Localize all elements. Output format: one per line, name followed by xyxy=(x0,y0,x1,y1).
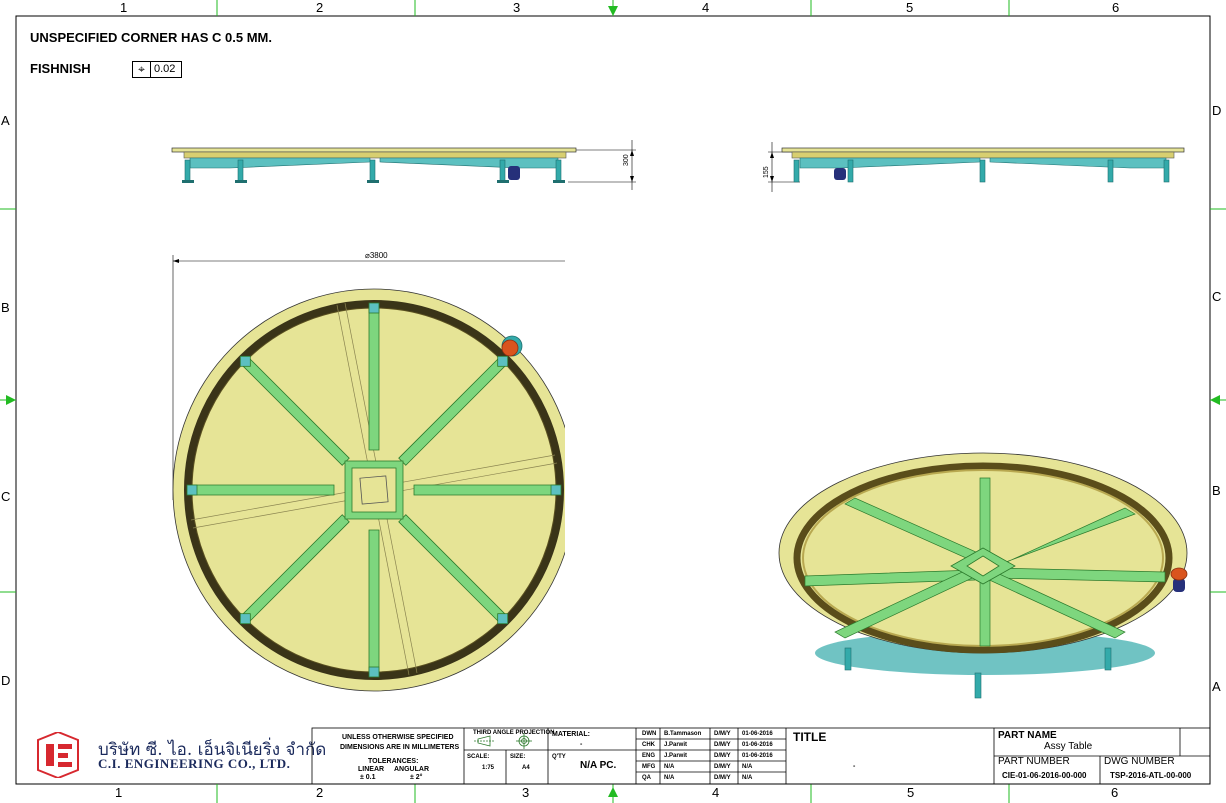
size-label: SIZE: xyxy=(510,754,526,760)
title-block-grid xyxy=(311,727,1211,785)
approval-name: B.Tammason xyxy=(664,731,702,737)
approval-date: 01-06-2016 xyxy=(742,742,773,748)
approval-dmy: D/M/Y xyxy=(714,753,731,759)
size-value: A4 xyxy=(522,765,530,771)
approval-role: MFG xyxy=(642,764,656,770)
approval-dmy: D/M/Y xyxy=(714,731,731,737)
projection-label: THIRD ANGLE PROJECTION xyxy=(473,730,555,736)
dwg-number-label: DWG NUMBER xyxy=(1104,756,1175,767)
approval-date: 01-06-2016 xyxy=(742,731,773,737)
scale-value: 1:75 xyxy=(482,765,495,771)
part-number-label: PART NUMBER xyxy=(998,756,1070,767)
approval-name: J.Parwit xyxy=(664,753,688,759)
approval-date: 01-06-2016 xyxy=(742,753,773,759)
part-name-value: Assy Table xyxy=(1044,741,1093,752)
approval-dmy: D/M/Y xyxy=(714,742,731,748)
approval-role: DWN xyxy=(642,731,657,737)
scale-label: SCALE: xyxy=(467,754,490,760)
angular-tolerance: ± 2° xyxy=(410,774,423,781)
linear-tolerance: ± 0.1 xyxy=(360,774,376,781)
approval-dmy: D/M/Y xyxy=(714,775,731,781)
material-value: - xyxy=(580,741,583,748)
material-label: MATERIAL: xyxy=(552,731,590,738)
part-number-value: CIE-01-06-2016-00-000 xyxy=(1002,771,1087,780)
title-value: - xyxy=(853,763,856,770)
part-name-label: PART NAME xyxy=(998,730,1057,741)
approval-name: N/A xyxy=(664,764,675,770)
approval-name: N/A xyxy=(664,775,675,781)
title-label: TITLE xyxy=(793,730,827,744)
approval-dmy: D/M/Y xyxy=(714,764,731,770)
approval-date: N/A xyxy=(742,775,753,781)
approval-role: QA xyxy=(642,775,651,781)
unless-specified-line1: UNLESS OTHERWISE SPECIFIED xyxy=(342,734,454,741)
approval-role: CHK xyxy=(642,742,655,748)
qty-label: Q'TY xyxy=(552,754,566,760)
approval-name: J.Parwit xyxy=(664,742,688,748)
approval-role: ENG xyxy=(642,753,656,759)
qty-value: N/A PC. xyxy=(580,760,617,771)
dwg-number-value: TSP-2016-ATL-00-000 xyxy=(1110,771,1192,780)
approval-date: N/A xyxy=(742,764,753,770)
unless-specified-line2: DIMENSIONS ARE IN MILLIMETERS xyxy=(340,744,460,751)
drawing-sheet: 1 2 3 4 5 6 1 2 3 4 5 6 A B C D D C B A … xyxy=(0,0,1226,803)
